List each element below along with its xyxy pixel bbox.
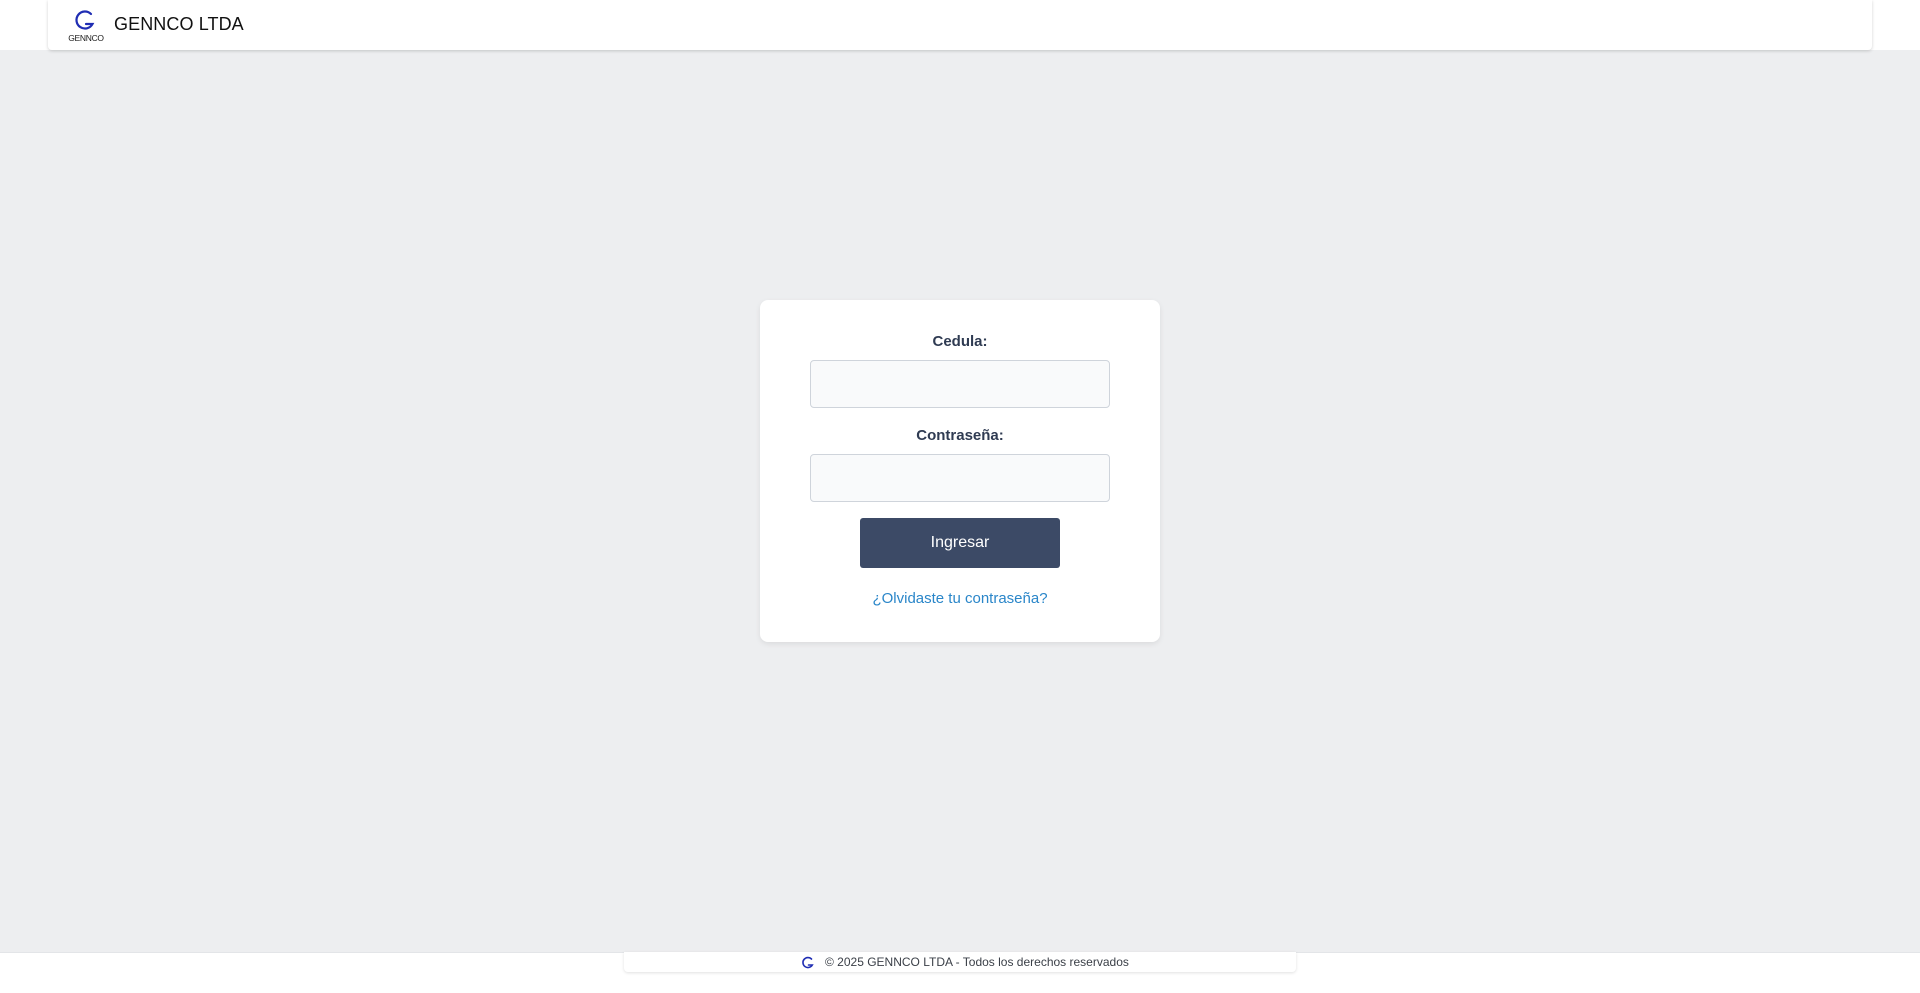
logo-text: GENNCO bbox=[68, 33, 104, 43]
page: GENNCO GENNCO LTDA Cedula: Contraseña: I… bbox=[0, 0, 1920, 993]
brand-name: GENNCO LTDA bbox=[114, 14, 244, 34]
footer-g-logo-icon bbox=[800, 955, 816, 971]
gennco-logo[interactable]: GENNCO bbox=[67, 7, 105, 43]
forgot-password-link[interactable]: ¿Olvidaste tu contraseña? bbox=[760, 590, 1160, 607]
login-button[interactable]: Ingresar bbox=[860, 518, 1060, 568]
cedula-input[interactable] bbox=[810, 360, 1110, 408]
cedula-label: Cedula: bbox=[932, 333, 988, 350]
password-label: Contraseña: bbox=[916, 427, 1004, 444]
password-input[interactable] bbox=[810, 454, 1110, 502]
login-card: Cedula: Contraseña: Ingresar ¿Olvidaste … bbox=[760, 300, 1160, 642]
footer-copyright: © 2025 GENNCO LTDA - Todos los derechos … bbox=[825, 955, 1129, 969]
g-logo-icon: GENNCO bbox=[68, 10, 105, 43]
header: GENNCO GENNCO LTDA bbox=[48, 0, 1872, 50]
